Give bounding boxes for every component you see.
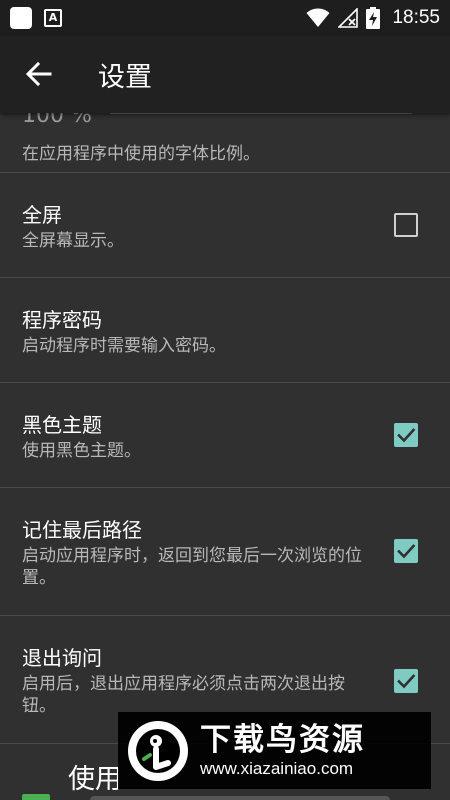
font-scale-slider-line[interactable] <box>110 113 412 114</box>
setting-description: 全屏幕显示。 <box>22 231 124 251</box>
setting-title-partial[interactable]: 使用 <box>68 757 122 796</box>
setting-description: 启动程序时需要输入密码。 <box>22 336 226 356</box>
font-scale-description: 在应用程序中使用的字体比例。 <box>22 144 260 164</box>
setting-title: 全屏 <box>22 203 62 227</box>
status-bar: A 18:55 <box>0 0 450 35</box>
black-theme-checkbox[interactable] <box>394 423 418 447</box>
slider-track[interactable] <box>90 796 390 800</box>
arrow-back-icon <box>26 61 52 87</box>
back-button[interactable] <box>0 35 78 113</box>
battery-charging-icon <box>366 6 381 29</box>
setting-row-black-theme[interactable]: 黑色主题 使用黑色主题。 <box>0 383 450 487</box>
settings-list[interactable]: 100 % 在应用程序中使用的字体比例。 全屏 全屏幕显示。 程序密码 启动程序… <box>0 0 450 800</box>
a-notification-icon: A <box>44 8 62 27</box>
watermark-url: www.xiazainiao.com <box>200 758 354 778</box>
settings-screen: 100 % 在应用程序中使用的字体比例。 全屏 全屏幕显示。 程序密码 启动程序… <box>0 0 450 800</box>
exit-confirm-checkbox[interactable] <box>394 669 418 693</box>
bird-logo-icon <box>128 720 188 781</box>
app-notification-icon <box>10 6 32 29</box>
setting-description: 使用黑色主题。 <box>22 441 141 461</box>
checkmark-icon <box>397 674 416 689</box>
app-bar: 设置 <box>0 35 450 113</box>
watermark-brand: 下载鸟资源 <box>200 721 365 758</box>
fullscreen-checkbox[interactable] <box>394 213 418 237</box>
watermark-banner: 下载鸟资源 www.xiazainiao.com <box>118 712 431 789</box>
page-title: 设置 <box>98 61 152 93</box>
no-signal-icon <box>338 7 359 28</box>
checkmark-icon <box>397 544 416 559</box>
setting-row-program-password[interactable]: 程序密码 启动程序时需要输入密码。 <box>0 278 450 382</box>
setting-row-remember-last-path[interactable]: 记住最后路径 启动应用程序时，返回到您最后一次浏览的位置。 <box>0 488 450 615</box>
wifi-icon <box>306 8 330 27</box>
checkmark-icon <box>397 428 416 443</box>
remember-last-path-checkbox[interactable] <box>394 539 418 563</box>
status-clock: 18:55 <box>392 6 440 28</box>
setting-description: 启用后，退出应用程序必须点击两次退出按钮。 <box>22 674 345 716</box>
setting-row-fullscreen[interactable]: 全屏 全屏幕显示。 <box>0 173 450 277</box>
setting-title: 记住最后路径 <box>22 518 142 542</box>
toggle-icon[interactable] <box>22 794 50 800</box>
setting-title: 程序密码 <box>22 308 102 332</box>
setting-title: 黑色主题 <box>22 413 102 437</box>
setting-description: 启动应用程序时，返回到您最后一次浏览的位置。 <box>22 546 362 588</box>
setting-title: 退出询问 <box>22 646 102 670</box>
